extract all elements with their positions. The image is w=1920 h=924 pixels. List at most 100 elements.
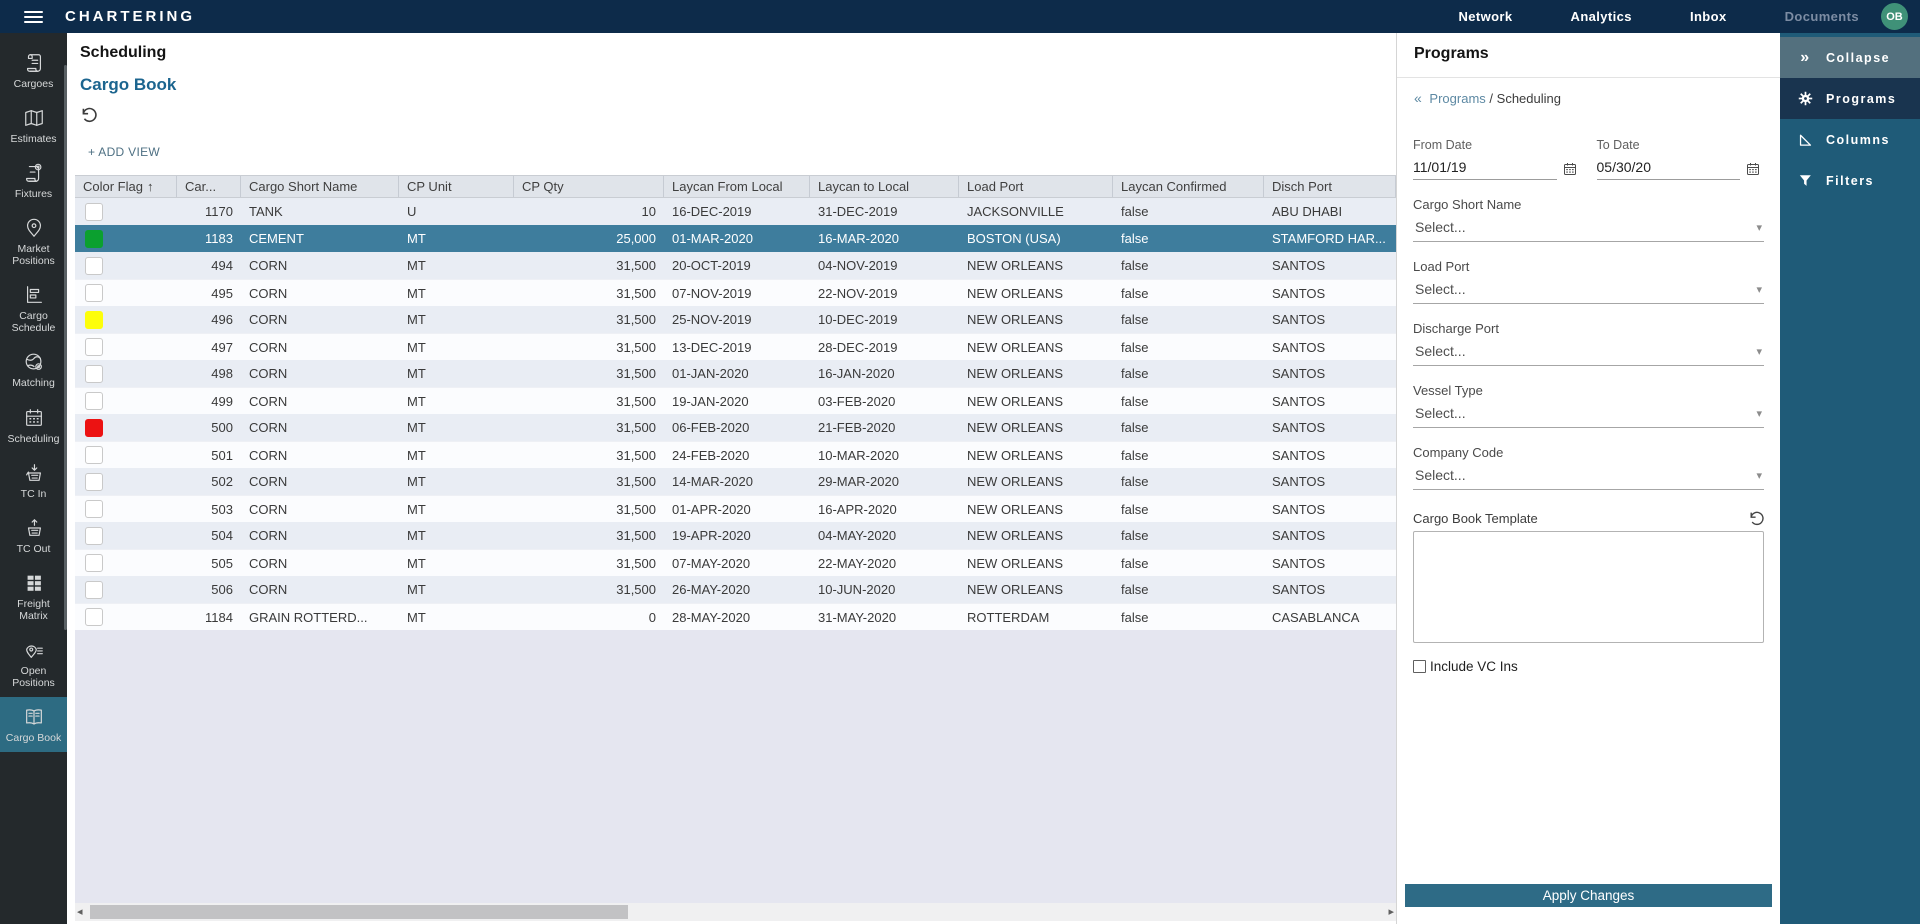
color-flag-cell[interactable] (75, 311, 177, 329)
sidebar-item-scheduling[interactable]: Scheduling (0, 398, 67, 453)
from-date-input[interactable]: 11/01/19 (1413, 154, 1557, 180)
nav-network[interactable]: Network (1458, 9, 1512, 24)
column-header-cargo[interactable]: Cargo Short Name (241, 176, 399, 197)
color-flag-none[interactable] (85, 527, 103, 545)
scroll-left-arrow-icon[interactable]: ◂ (77, 903, 83, 921)
table-row[interactable]: 1184GRAIN ROTTERD...MT028-MAY-202031-MAY… (75, 603, 1396, 630)
color-flag-cell[interactable] (75, 500, 177, 518)
column-header-disch[interactable]: Disch Port (1264, 176, 1396, 197)
discharge-port-select[interactable]: Select... ▾ (1413, 336, 1764, 366)
column-header-from[interactable]: Laycan From Local (664, 176, 810, 197)
color-flag-yellow[interactable] (85, 311, 103, 329)
scrollbar-thumb[interactable] (90, 905, 628, 919)
rightbar-item-programs[interactable]: Programs (1780, 78, 1920, 119)
column-header-confirmed[interactable]: Laycan Confirmed (1113, 176, 1264, 197)
breadcrumb-link[interactable]: Programs (1429, 91, 1485, 106)
sidebar-item-market-positions[interactable]: Market Positions (0, 208, 67, 275)
nav-inbox[interactable]: Inbox (1690, 9, 1727, 24)
undo-icon[interactable] (80, 106, 97, 123)
sidebar-item-matching[interactable]: Matching (0, 342, 67, 397)
color-flag-cell[interactable] (75, 581, 177, 599)
color-flag-none[interactable] (85, 203, 103, 221)
load-port-select[interactable]: Select... ▾ (1413, 274, 1764, 304)
apply-changes-button[interactable]: Apply Changes (1405, 884, 1772, 907)
color-flag-none[interactable] (85, 257, 103, 275)
cargo-short-name-select[interactable]: Select... ▾ (1413, 212, 1764, 242)
column-header-to[interactable]: Laycan to Local (810, 176, 959, 197)
color-flag-none[interactable] (85, 581, 103, 599)
column-header-id[interactable]: Car... (177, 176, 241, 197)
horizontal-scrollbar[interactable]: ◂ ▸ (75, 903, 1396, 921)
color-flag-green[interactable] (85, 230, 103, 248)
avatar[interactable]: OB (1881, 3, 1908, 30)
table-row[interactable]: 1183CEMENTMT25,00001-MAR-202016-MAR-2020… (75, 225, 1396, 252)
rightbar-item-collapse[interactable]: » Collapse (1780, 37, 1920, 78)
color-flag-cell[interactable] (75, 257, 177, 275)
color-flag-none[interactable] (85, 365, 103, 383)
table-row[interactable]: 501CORNMT31,50024-FEB-202010-MAR-2020NEW… (75, 441, 1396, 468)
sidebar-item-cargoes[interactable]: Cargoes (0, 43, 67, 98)
color-flag-cell[interactable] (75, 554, 177, 572)
color-flag-cell[interactable] (75, 392, 177, 410)
color-flag-cell[interactable] (75, 608, 177, 626)
color-flag-none[interactable] (85, 473, 103, 491)
color-flag-cell[interactable] (75, 473, 177, 491)
table-row[interactable]: 494CORNMT31,50020-OCT-201904-NOV-2019NEW… (75, 252, 1396, 279)
calendar-icon[interactable] (1746, 162, 1760, 176)
sidebar-item-cargo-schedule[interactable]: Cargo Schedule (0, 275, 67, 342)
scroll-right-arrow-icon[interactable]: ▸ (1388, 903, 1394, 921)
calendar-icon[interactable] (1563, 162, 1577, 176)
nav-analytics[interactable]: Analytics (1571, 9, 1632, 24)
table-row[interactable]: 506CORNMT31,50026-MAY-202010-JUN-2020NEW… (75, 576, 1396, 603)
table-row[interactable]: 1170TANKU1016-DEC-201931-DEC-2019JACKSON… (75, 198, 1396, 225)
company-code-select[interactable]: Select... ▾ (1413, 460, 1764, 490)
color-flag-cell[interactable] (75, 365, 177, 383)
to-date-input[interactable]: 05/30/20 (1597, 154, 1741, 180)
column-header-qty[interactable]: CP Qty (514, 176, 664, 197)
table-row[interactable]: 496CORNMT31,50025-NOV-201910-DEC-2019NEW… (75, 306, 1396, 333)
sidebar-item-fixtures[interactable]: Fixtures (0, 153, 67, 208)
color-flag-none[interactable] (85, 554, 103, 572)
sidebar-item-freight-matrix[interactable]: Freight Matrix (0, 563, 67, 630)
color-flag-red[interactable] (85, 419, 103, 437)
color-flag-cell[interactable] (75, 527, 177, 545)
color-flag-none[interactable] (85, 446, 103, 464)
color-flag-cell[interactable] (75, 230, 177, 248)
sidebar-item-tc-out[interactable]: TC Out (0, 508, 67, 563)
table-row[interactable]: 504CORNMT31,50019-APR-202004-MAY-2020NEW… (75, 522, 1396, 549)
color-flag-none[interactable] (85, 392, 103, 410)
add-view-button[interactable]: + ADD VIEW (88, 145, 160, 159)
rightbar-item-columns[interactable]: Columns (1780, 119, 1920, 160)
color-flag-none[interactable] (85, 608, 103, 626)
cargo-book-template-input[interactable] (1413, 531, 1764, 643)
column-header-load[interactable]: Load Port (959, 176, 1113, 197)
sidebar-item-cargo-book[interactable]: Cargo Book (0, 697, 67, 752)
color-flag-cell[interactable] (75, 446, 177, 464)
color-flag-cell[interactable] (75, 338, 177, 356)
table-row[interactable]: 500CORNMT31,50006-FEB-202021-FEB-2020NEW… (75, 414, 1396, 441)
color-flag-none[interactable] (85, 284, 103, 302)
menu-icon[interactable] (24, 8, 43, 26)
table-row[interactable]: 505CORNMT31,50007-MAY-202022-MAY-2020NEW… (75, 549, 1396, 576)
sidebar-item-tc-in[interactable]: TC In (0, 453, 67, 508)
include-vc-ins-checkbox[interactable] (1413, 660, 1426, 673)
color-flag-cell[interactable] (75, 419, 177, 437)
table-row[interactable]: 497CORNMT31,50013-DEC-201928-DEC-2019NEW… (75, 333, 1396, 360)
color-flag-none[interactable] (85, 500, 103, 518)
include-vc-ins-row[interactable]: Include VC Ins (1413, 659, 1764, 674)
table-row[interactable]: 499CORNMT31,50019-JAN-202003-FEB-2020NEW… (75, 387, 1396, 414)
column-header-flag[interactable]: Color Flag↑ (75, 176, 177, 197)
table-row[interactable]: 495CORNMT31,50007-NOV-201922-NOV-2019NEW… (75, 279, 1396, 306)
template-undo-icon[interactable] (1748, 510, 1764, 526)
sidebar-item-open-positions[interactable]: Open Positions (0, 630, 67, 697)
rightbar-item-filters[interactable]: Filters (1780, 160, 1920, 201)
table-row[interactable]: 498CORNMT31,50001-JAN-202016-JAN-2020NEW… (75, 360, 1396, 387)
sidebar-item-estimates[interactable]: Estimates (0, 98, 67, 153)
table-row[interactable]: 503CORNMT31,50001-APR-202016-APR-2020NEW… (75, 495, 1396, 522)
color-flag-cell[interactable] (75, 203, 177, 221)
column-header-unit[interactable]: CP Unit (399, 176, 514, 197)
breadcrumb-back-icon[interactable]: « (1414, 90, 1422, 106)
table-row[interactable]: 502CORNMT31,50014-MAR-202029-MAR-2020NEW… (75, 468, 1396, 495)
vessel-type-select[interactable]: Select... ▾ (1413, 398, 1764, 428)
color-flag-none[interactable] (85, 338, 103, 356)
